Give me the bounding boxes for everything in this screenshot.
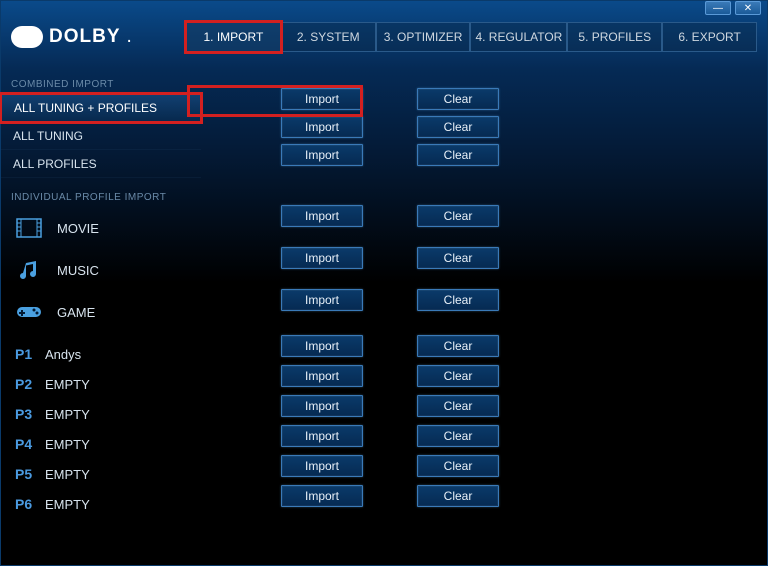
row-music: Import Clear [281,237,767,279]
tab-profiles[interactable]: 5. PROFILES [567,22,662,52]
brand-logo: DOLBY. [11,26,186,48]
clear-button[interactable]: Clear [417,144,499,166]
sidebar-item-p4[interactable]: P4 EMPTY [1,429,201,459]
tab-import[interactable]: 1. IMPORT [186,22,281,52]
sidebar-item-label: EMPTY [45,407,90,422]
row-all-profiles: Import Clear [281,141,767,169]
music-icon [15,258,43,282]
import-button[interactable]: Import [281,395,363,417]
slot-badge: P5 [15,466,35,482]
sidebar-item-p1[interactable]: P1 Andys [1,339,201,369]
import-button[interactable]: Import [281,455,363,477]
clear-button[interactable]: Clear [417,455,499,477]
tab-export[interactable]: 6. EXPORT [662,22,757,52]
row-p1: Import Clear [281,331,767,361]
sidebar-item-p6[interactable]: P6 EMPTY [1,489,201,519]
sidebar-item-movie[interactable]: MOVIE [1,207,201,249]
row-movie: Import Clear [281,195,767,237]
sidebar-item-p3[interactable]: P3 EMPTY [1,399,201,429]
sidebar-item-label: EMPTY [45,467,90,482]
sidebar-item-all-tuning-profiles[interactable]: ALL TUNING + PROFILES [1,94,201,122]
slot-badge: P6 [15,496,35,512]
sidebar-item-game[interactable]: GAME [1,291,201,333]
row-p6: Import Clear [281,481,767,511]
import-button[interactable]: Import [281,88,363,110]
clear-button[interactable]: Clear [417,116,499,138]
sidebar-item-label: EMPTY [45,377,90,392]
sidebar: COMBINED IMPORT ALL TUNING + PROFILES AL… [1,59,201,566]
sidebar-item-label: EMPTY [45,437,90,452]
header: DOLBY. 1. IMPORT 2. SYSTEM 3. OPTIMIZER … [1,15,767,59]
slot-badge: P1 [15,346,35,362]
import-button[interactable]: Import [281,485,363,507]
row-p3: Import Clear [281,391,767,421]
import-button[interactable]: Import [281,335,363,357]
clear-button[interactable]: Clear [417,335,499,357]
tab-regulator[interactable]: 4. REGULATOR [470,22,567,52]
slot-badge: P4 [15,436,35,452]
sidebar-item-music[interactable]: MUSIC [1,249,201,291]
row-all-tuning-profiles: Import Clear [281,85,767,113]
dolby-icon [11,26,43,48]
import-button[interactable]: Import [281,205,363,227]
minimize-button[interactable]: — [705,1,731,15]
titlebar: — ✕ [1,1,767,15]
sidebar-item-p2[interactable]: P2 EMPTY [1,369,201,399]
sidebar-item-all-tuning[interactable]: ALL TUNING [1,122,201,150]
row-p4: Import Clear [281,421,767,451]
section-individual-label: INDIVIDUAL PROFILE IMPORT [1,186,201,207]
import-button[interactable]: Import [281,116,363,138]
sidebar-item-label: MOVIE [57,221,99,236]
brand-text: DOLBY [49,26,121,48]
main-panel: Import Clear Import Clear Import Clear I… [201,59,767,566]
clear-button[interactable]: Clear [417,247,499,269]
sidebar-item-label: Andys [45,347,81,362]
sidebar-item-label: EMPTY [45,497,90,512]
sidebar-item-all-profiles[interactable]: ALL PROFILES [1,150,201,178]
slot-badge: P3 [15,406,35,422]
clear-button[interactable]: Clear [417,289,499,311]
import-button[interactable]: Import [281,365,363,387]
import-button[interactable]: Import [281,247,363,269]
row-p2: Import Clear [281,361,767,391]
clear-button[interactable]: Clear [417,425,499,447]
slot-badge: P2 [15,376,35,392]
import-button[interactable]: Import [281,144,363,166]
content: COMBINED IMPORT ALL TUNING + PROFILES AL… [1,59,767,566]
clear-button[interactable]: Clear [417,88,499,110]
row-p5: Import Clear [281,451,767,481]
row-game: Import Clear [281,279,767,321]
row-all-tuning: Import Clear [281,113,767,141]
gamepad-icon [15,300,43,324]
tab-system[interactable]: 2. SYSTEM [281,22,376,52]
clear-button[interactable]: Clear [417,205,499,227]
tab-optimizer[interactable]: 3. OPTIMIZER [376,22,471,52]
sidebar-item-label: GAME [57,305,95,320]
clear-button[interactable]: Clear [417,365,499,387]
app-window: — ✕ DOLBY. 1. IMPORT 2. SYSTEM 3. OPTIMI… [0,0,768,566]
import-button[interactable]: Import [281,425,363,447]
main-tabs: 1. IMPORT 2. SYSTEM 3. OPTIMIZER 4. REGU… [186,22,757,52]
sidebar-item-label: MUSIC [57,263,99,278]
section-combined-label: COMBINED IMPORT [1,73,201,94]
clear-button[interactable]: Clear [417,485,499,507]
close-button[interactable]: ✕ [735,1,761,15]
sidebar-item-p5[interactable]: P5 EMPTY [1,459,201,489]
film-icon [15,216,43,240]
clear-button[interactable]: Clear [417,395,499,417]
import-button[interactable]: Import [281,289,363,311]
